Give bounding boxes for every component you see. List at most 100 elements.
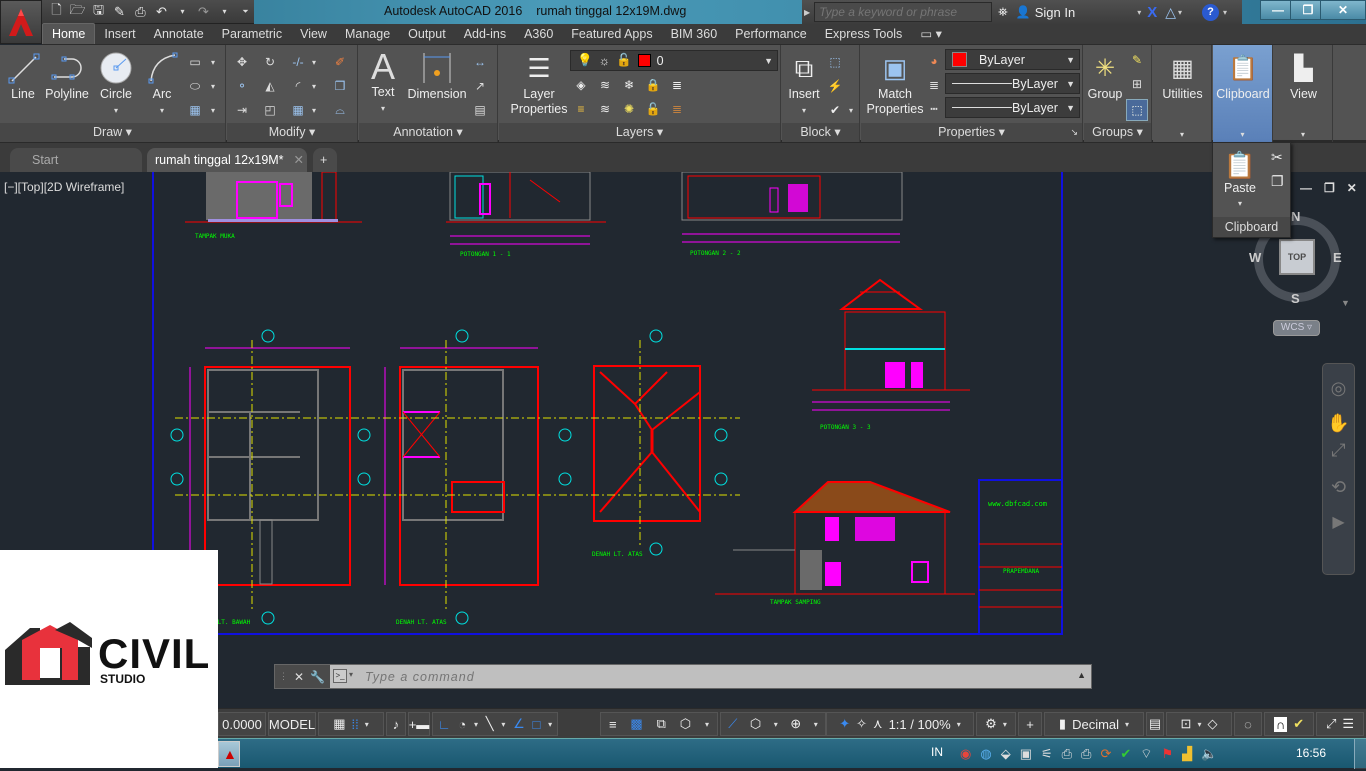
paste-dropdown-icon[interactable]: ▾	[1238, 199, 1242, 208]
view-dropdown-icon[interactable]: ▾	[1274, 130, 1332, 139]
color-dropdown[interactable]: ByLayer ▼	[945, 49, 1080, 70]
satellite-icon[interactable]: ⌔	[1140, 746, 1152, 762]
help-dropdown-icon[interactable]: ▾	[1223, 8, 1227, 17]
a360-icon[interactable]: △	[1165, 4, 1176, 21]
tab-output[interactable]: Output	[399, 24, 455, 44]
layer-thaw-all-icon[interactable]: ✺	[620, 100, 638, 118]
hatch-dropdown-icon[interactable]: ▾	[204, 101, 222, 119]
properties-panel-title[interactable]: Properties ▾ ↘	[861, 123, 1082, 142]
dimension-button[interactable]: Dimension	[405, 51, 469, 102]
isodraft-icon[interactable]: ╲	[486, 716, 494, 732]
trim-dropdown-icon[interactable]: ▾	[305, 53, 323, 71]
clean-screen-icon[interactable]: ⤢	[1326, 716, 1336, 732]
dynamic-input-icon[interactable]: +▬	[408, 712, 430, 736]
viewcube-top-face[interactable]: TOP	[1279, 239, 1315, 275]
attributes-dropdown-icon[interactable]: ▾	[842, 101, 860, 119]
binoculars-icon[interactable]: ⛯	[998, 5, 1008, 20]
annotation-scale[interactable]: ✦ ✧ ⋏ 1:1 / 100% ▾	[826, 712, 974, 736]
explode-icon[interactable]: ❒	[331, 77, 349, 95]
tab-view[interactable]: View	[291, 24, 336, 44]
scale-icon[interactable]: ◰	[261, 101, 279, 119]
text-button[interactable]: A Text ▾	[365, 48, 401, 116]
layer-make-current-icon[interactable]: ≣	[668, 76, 686, 94]
annotation-visibility-icon[interactable]: ✦	[839, 716, 850, 732]
polyline-button[interactable]: Polyline	[44, 51, 90, 102]
save-as-icon[interactable]: ✎	[111, 4, 128, 20]
transparency-icon[interactable]: ▩	[630, 716, 642, 732]
rotate-icon[interactable]: ↻	[261, 53, 279, 71]
array-dropdown-icon[interactable]: ▾	[305, 101, 323, 119]
block-panel-title[interactable]: Block ▾	[782, 123, 859, 142]
utilities-panel[interactable]: ▦ Utilities ▾	[1153, 45, 1212, 142]
ungroup-icon[interactable]: ⊞	[1128, 75, 1146, 93]
linear-dimension-icon[interactable]: ↔	[471, 53, 489, 71]
tab-insert[interactable]: Insert	[95, 24, 144, 44]
isodraft-dropdown-icon[interactable]: ▾	[501, 720, 505, 729]
hatch-region-icon[interactable]: ⬭	[186, 77, 204, 95]
circle-button[interactable]: Circle ▾	[96, 51, 136, 118]
snap-dropdown-icon[interactable]: ▾	[365, 720, 369, 729]
groups-panel-title[interactable]: Groups ▾	[1084, 123, 1151, 142]
table-icon[interactable]: ▤	[471, 101, 489, 119]
group-edit-icon[interactable]: ✎	[1128, 51, 1146, 69]
erase-icon[interactable]: ✐	[331, 53, 349, 71]
exchange-apps-icon[interactable]: X	[1147, 4, 1157, 21]
lineweight-toggle-icon[interactable]: ≡	[609, 717, 617, 732]
utilities-dropdown-icon[interactable]: ▾	[1153, 130, 1211, 139]
close-button[interactable]: ✕	[1320, 0, 1366, 20]
copy-icon[interactable]: ⚬	[233, 77, 251, 95]
network-signal-icon[interactable]: ▟	[1182, 746, 1192, 762]
ucs-menu[interactable]: WCS ▿	[1273, 320, 1320, 336]
tab-manage[interactable]: Manage	[336, 24, 399, 44]
update-available-icon[interactable]: ✔	[1293, 716, 1304, 732]
compass-west[interactable]: W	[1249, 250, 1261, 265]
clock[interactable]: 16:56	[1296, 746, 1326, 760]
viewcube-menu-icon[interactable]: ▼	[1341, 298, 1350, 308]
plot-icon[interactable]: ⎙	[132, 4, 149, 20]
annotation-scale-icon[interactable]: ⋏	[873, 716, 883, 732]
layer-thaw-icon[interactable]: ☼	[599, 54, 610, 68]
lock-ui-dropdown-icon[interactable]: ▾	[1197, 720, 1201, 729]
annotation-monitor-icon[interactable]: +	[1018, 712, 1042, 736]
layer-unlock-all-icon[interactable]: 🔓	[644, 100, 662, 118]
layer-match-icon[interactable]: ≋	[596, 76, 614, 94]
undo-dropdown-icon[interactable]: ▾	[174, 4, 191, 20]
layer-on-icon[interactable]: 💡	[577, 53, 593, 68]
show-desktop-button[interactable]	[1354, 739, 1366, 769]
polar-dropdown-icon[interactable]: ▾	[474, 720, 478, 729]
draw-panel-title[interactable]: Draw ▾	[0, 123, 225, 142]
command-line-grip[interactable]: ⋮	[279, 671, 288, 682]
open-icon[interactable]: 🗁	[69, 2, 86, 20]
a360-dropdown-icon[interactable]: ▾	[1178, 8, 1182, 17]
hatch-icon[interactable]: ▦	[186, 101, 204, 119]
match-properties-button[interactable]: ▣ Match Properties	[865, 51, 925, 117]
linetype-dropdown[interactable]: ByLayer ▼	[945, 97, 1080, 118]
search-input[interactable]	[814, 2, 993, 22]
view-panel[interactable]: ▙ View ▾	[1274, 45, 1333, 142]
model-space-button[interactable]: MODEL	[268, 712, 316, 736]
new-icon[interactable]: 🗋	[48, 2, 65, 20]
redo-icon[interactable]: ↷	[195, 4, 212, 20]
isolate-objects-icon[interactable]: ◇	[1207, 716, 1217, 732]
rectangle-icon[interactable]: ▭	[186, 53, 204, 71]
customize-wrench-icon[interactable]: 🔧	[310, 670, 325, 684]
object-snap-tracking-icon[interactable]: ∠	[513, 716, 525, 732]
edit-block-icon[interactable]: ⚡	[826, 77, 844, 95]
annotation-panel-title[interactable]: Annotation ▾	[359, 123, 497, 142]
application-menu-button[interactable]	[0, 0, 42, 44]
osnap-dropdown-icon[interactable]: ▾	[548, 720, 552, 729]
viewport-close-icon[interactable]: ✕	[1347, 181, 1357, 195]
expand-search-icon[interactable]: ▶	[804, 8, 810, 17]
3d-osnap-dropdown-icon[interactable]: ▾	[705, 720, 709, 729]
command-input[interactable]	[335, 666, 1065, 687]
polar-tracking-icon[interactable]: ◔	[458, 717, 466, 732]
action-center-icon[interactable]: ⚑	[1162, 746, 1174, 762]
layer-previous-icon[interactable]: ≋	[596, 100, 614, 118]
help-icon[interactable]: ?	[1202, 3, 1220, 21]
units-dropdown[interactable]: ▮ Decimal ▾	[1044, 712, 1144, 736]
command-history-icon[interactable]: ▲	[1077, 670, 1086, 680]
usb-safe-remove-icon[interactable]: ✔	[1120, 746, 1131, 762]
printer-2-icon[interactable]: ⎙	[1081, 746, 1091, 762]
hardware-acceleration-icon[interactable]: ◌	[1234, 712, 1262, 736]
viewport-minimize-icon[interactable]: —	[1300, 181, 1312, 195]
